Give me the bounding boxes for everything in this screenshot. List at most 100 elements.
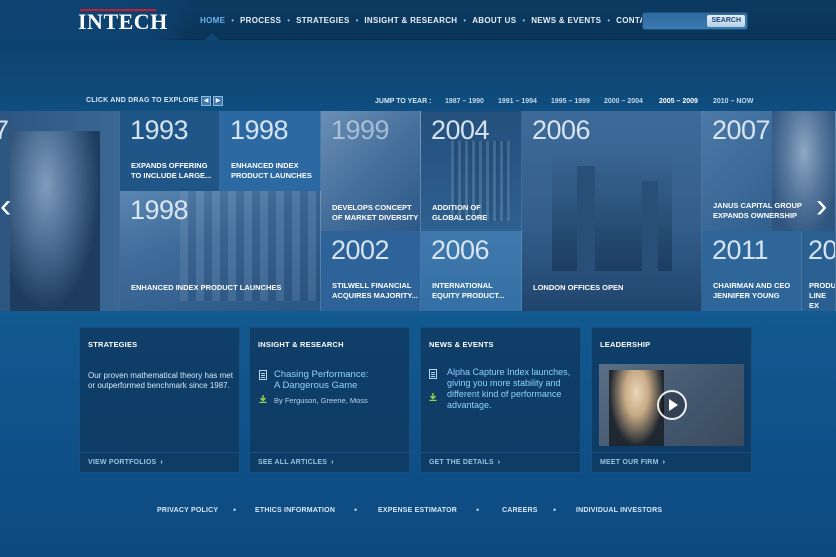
footer-ethics-information[interactable]: ETHICS INFORMATION (255, 507, 335, 514)
tile-year: 2006 (431, 235, 490, 265)
chevron-right-icon: › (662, 459, 666, 466)
timeline-next-button[interactable]: ▶ (213, 96, 223, 106)
tile-year: 2004 (431, 115, 490, 145)
download-icon[interactable] (429, 393, 437, 401)
year-range-2005-2009[interactable]: 2005 – 2009 (659, 98, 698, 105)
strategies-card: STRATEGIES Our proven mathematical theor… (79, 327, 240, 473)
nav-news-events[interactable]: NEWS & EVENTS (531, 16, 601, 25)
timeline-tile-2004[interactable]: 2004 ADDITION OF GLOBAL CORE (421, 111, 522, 231)
tile-caption: CHAIRMAN AND CEO JENNIFER YOUNG (713, 281, 791, 300)
tile-caption: STILWELL FINANCIAL ACQUIRES MAJORITY... (332, 281, 418, 300)
footer-label: GET THE DETAILS (429, 459, 494, 466)
jump-to-year-label: JUMP TO YEAR : (375, 98, 432, 105)
timeline-tile-2002[interactable]: 2002 STILWELL FINANCIAL ACQUIRES MAJORIT… (321, 231, 421, 311)
search-input[interactable]: SEARCH (642, 12, 748, 30)
right-arrow-icon: ▶ (215, 98, 221, 104)
year-range-1987-1990[interactable]: 1987 – 1990 (445, 98, 484, 105)
tile-caption: ADDITION OF GLOBAL CORE (432, 203, 488, 222)
bridge-tower-right (642, 181, 658, 276)
chevron-right-icon: › (497, 459, 501, 466)
tile-year: 2006 (532, 115, 591, 145)
timeline-prev-button[interactable]: ◀ (201, 96, 211, 106)
speaker-portrait (609, 370, 664, 446)
timeline-tile-1993[interactable]: 1993 EXPANDS OFFERING TO INCLUDE LARGE..… (120, 111, 220, 191)
footer-separator: • (354, 505, 358, 515)
footer-label: MEET OUR FIRM (600, 459, 659, 466)
card-body: Our proven mathematical theory has met o… (88, 371, 233, 390)
year-range-2000-2004[interactable]: 2000 – 2004 (604, 98, 643, 105)
footer-expense-estimator[interactable]: EXPENSE ESTIMATOR (378, 507, 457, 514)
card-title: INSIGHT & RESEARCH (258, 340, 344, 349)
card-title: LEADERSHIP (600, 340, 651, 349)
site-logo[interactable]: INTECH (78, 9, 168, 35)
download-icon[interactable] (259, 395, 267, 403)
nav-insight-research[interactable]: INSIGHT & RESEARCH (364, 16, 457, 25)
tile-year: 7 (0, 115, 9, 146)
nav-separator: • (231, 15, 235, 25)
timeline-tile-2006-international[interactable]: 2006 INTERNATIONAL EQUITY PRODUCT... (421, 231, 522, 311)
footer-careers[interactable]: CAREERS (502, 507, 538, 514)
chevron-right-icon: › (160, 459, 163, 466)
news-headline-link[interactable]: Alpha Capture Index launches, giving you… (447, 367, 577, 411)
footer-separator: • (553, 505, 557, 515)
leadership-video[interactable] (599, 364, 744, 446)
timeline-tile-2006-london[interactable]: 2006 LONDON OFFICES OPEN (522, 111, 702, 311)
timeline-tile[interactable]: 7 (0, 111, 120, 311)
timeline-tile-1998-building[interactable]: 1998 ENHANCED INDEX PRODUCT LAUNCHES (120, 191, 321, 311)
active-nav-caret-icon (205, 33, 219, 40)
tile-caption: EXPANDS OFFERING TO INCLUDE LARGE... (131, 161, 212, 180)
footer-label: VIEW PORTFOLIOS (88, 459, 157, 466)
tile-year: 2007 (712, 115, 771, 145)
see-all-articles-link[interactable]: SEE ALL ARTICLES › (250, 452, 409, 472)
nav-separator: • (287, 15, 291, 25)
main-nav: HOME • PROCESS • STRATEGIES • INSIGHT & … (200, 0, 671, 40)
timeline-scroll-right-icon[interactable]: › (816, 186, 832, 226)
nav-process[interactable]: PROCESS (240, 16, 281, 25)
timeline-scroll-left-icon[interactable]: ‹ (0, 186, 16, 226)
footer-label: SEE ALL ARTICLES (258, 459, 328, 466)
tile-caption: ENHANCED INDEX PRODUCT LAUNCHES (131, 283, 282, 292)
article-title-link[interactable]: Chasing Performance: A Dangerous Game (274, 369, 369, 391)
portrait-image (10, 131, 100, 311)
tile-caption: INTERNATIONAL EQUITY PRODUCT... (432, 281, 505, 300)
card-title: STRATEGIES (88, 340, 138, 349)
year-range-1995-1999[interactable]: 1995 – 1999 (551, 98, 590, 105)
bridge-tower-left (577, 166, 595, 276)
nav-home[interactable]: HOME (200, 16, 225, 25)
footer-separator: • (233, 505, 237, 515)
tile-year: 1998 (130, 195, 189, 225)
get-the-details-link[interactable]: GET THE DETAILS › (421, 452, 580, 472)
view-portfolios-link[interactable]: VIEW PORTFOLIOS › (80, 452, 239, 472)
tile-year: 20 (808, 235, 836, 265)
search-button[interactable]: SEARCH (707, 15, 745, 27)
tile-year: 2011 (712, 235, 769, 265)
tile-caption: JANUS CAPITAL GROUP EXPANDS OWNERSHIP (713, 201, 802, 220)
tile-year: 1998 (230, 115, 289, 145)
year-range-1991-1994[interactable]: 1991 – 1994 (498, 98, 537, 105)
timeline-tile-2011[interactable]: 2011 CHAIRMAN AND CEO JENNIFER YOUNG (702, 231, 802, 311)
explore-label: CLICK AND DRAG TO EXPLORE (86, 97, 199, 104)
footer-privacy-policy[interactable]: PRIVACY POLICY (157, 507, 218, 514)
timeline-tile-partial[interactable]: 20 PRODU LINE EX (802, 231, 836, 311)
timeline-tile-1998[interactable]: 1998 ENHANCED INDEX PRODUCT LAUNCHES (220, 111, 321, 191)
document-icon (259, 370, 267, 380)
article-authors: By Ferguson, Greene, Moss (274, 396, 368, 405)
play-icon[interactable] (657, 390, 687, 420)
tile-year: 1999 (331, 115, 390, 145)
nav-strategies[interactable]: STRATEGIES (296, 16, 350, 25)
site-header: INTECH HOME • PROCESS • STRATEGIES • INS… (0, 0, 836, 40)
tile-caption: DEVELOPS CONCEPT OF MARKET DIVERSITY (332, 203, 419, 222)
document-icon (429, 369, 437, 379)
tile-year: 1993 (130, 115, 189, 145)
nav-separator: • (355, 15, 359, 25)
tile-caption: LONDON OFFICES OPEN (533, 283, 624, 292)
left-arrow-icon: ◀ (203, 98, 209, 104)
timeline-tile-1999[interactable]: 1999 DEVELOPS CONCEPT OF MARKET DIVERSIT… (321, 111, 421, 231)
nav-separator: • (463, 15, 467, 25)
year-range-2010-now[interactable]: 2010 – NOW (713, 98, 753, 105)
timeline-strip[interactable]: 7 1993 EXPANDS OFFERING TO INCLUDE LARGE… (0, 111, 836, 311)
meet-our-firm-link[interactable]: MEET OUR FIRM › (592, 452, 751, 472)
footer-individual-investors[interactable]: INDIVIDUAL INVESTORS (576, 507, 662, 514)
nav-separator: • (522, 15, 526, 25)
nav-about-us[interactable]: ABOUT US (472, 16, 516, 25)
